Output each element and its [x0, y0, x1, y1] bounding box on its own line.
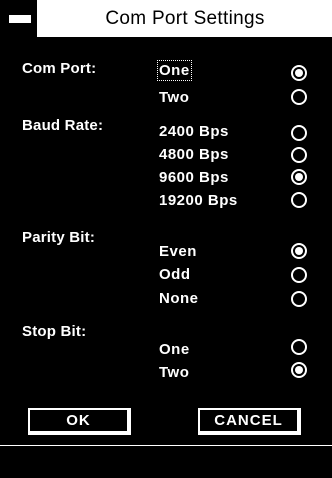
- stop-two-radio[interactable]: [291, 362, 307, 378]
- stop-bit-option-one[interactable]: One: [159, 341, 190, 358]
- parity-option-none[interactable]: None: [159, 290, 199, 307]
- parity-even-radio[interactable]: [291, 243, 307, 259]
- com-port-one-radio[interactable]: [291, 65, 307, 81]
- baud-rate-label: Baud Rate:: [22, 117, 104, 134]
- com-port-option-two[interactable]: Two: [159, 89, 189, 106]
- baud-2400-radio[interactable]: [291, 125, 307, 141]
- parity-bit-label: Parity Bit:: [22, 229, 96, 246]
- radio-selected-dot: [295, 69, 303, 77]
- baud-rate-option-9600[interactable]: 9600 Bps: [159, 169, 229, 186]
- minus-bar-icon: [9, 15, 31, 23]
- cancel-button[interactable]: CANCEL: [198, 408, 301, 435]
- parity-option-even[interactable]: Even: [159, 243, 197, 260]
- baud-rate-option-19200[interactable]: 19200 Bps: [159, 192, 238, 209]
- baud-rate-option-2400[interactable]: 2400 Bps: [159, 123, 229, 140]
- parity-odd-radio[interactable]: [291, 267, 307, 283]
- desktop-background: [0, 446, 332, 478]
- com-port-two-radio[interactable]: [291, 89, 307, 105]
- settings-dialog: Com Port: One Two Baud Rate: 2400 Bps 48…: [0, 37, 332, 445]
- baud-9600-radio[interactable]: [291, 169, 307, 185]
- stop-bit-option-two[interactable]: Two: [159, 364, 189, 381]
- parity-option-odd[interactable]: Odd: [159, 266, 191, 283]
- baud-4800-radio[interactable]: [291, 147, 307, 163]
- stop-one-radio[interactable]: [291, 339, 307, 355]
- ok-button[interactable]: OK: [28, 408, 131, 435]
- window-title: Com Port Settings: [105, 8, 265, 29]
- com-port-label: Com Port:: [22, 60, 97, 77]
- baud-rate-option-4800[interactable]: 4800 Bps: [159, 146, 229, 163]
- stop-bit-label: Stop Bit:: [22, 323, 87, 340]
- radio-selected-dot: [295, 366, 303, 374]
- radio-selected-dot: [295, 173, 303, 181]
- system-menu-button[interactable]: [0, 0, 37, 37]
- baud-19200-radio[interactable]: [291, 192, 307, 208]
- parity-none-radio[interactable]: [291, 291, 307, 307]
- radio-selected-dot: [295, 247, 303, 255]
- com-port-option-one[interactable]: One: [157, 60, 192, 81]
- title-bar: Com Port Settings: [0, 0, 332, 37]
